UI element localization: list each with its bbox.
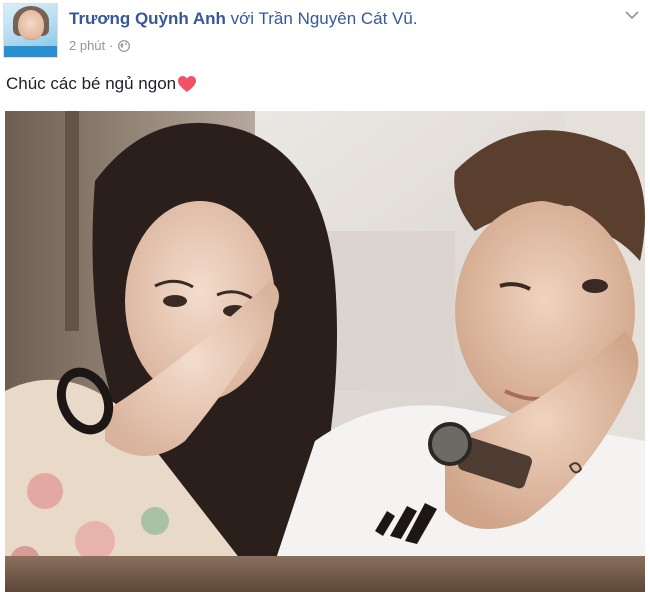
tagged-user-link[interactable]: Trần Nguyên Cát Vũ. bbox=[259, 9, 418, 28]
post-header: Trương Quỳnh Anh với Trần Nguyên Cát Vũ.… bbox=[0, 0, 650, 62]
timestamp-link[interactable]: 2 phút bbox=[69, 38, 105, 53]
heart-icon bbox=[177, 75, 197, 93]
post-names: Trương Quỳnh Anh với Trần Nguyên Cát Vũ. bbox=[69, 9, 418, 29]
with-word: với bbox=[230, 9, 255, 28]
post-photo[interactable] bbox=[5, 111, 645, 592]
caption-text: Chúc các bé ngủ ngon bbox=[6, 74, 177, 93]
globe-icon[interactable] bbox=[117, 39, 130, 52]
chevron-down-icon[interactable] bbox=[624, 8, 640, 20]
post-meta: 2 phút · bbox=[69, 38, 130, 53]
selfie-photo-illustration bbox=[5, 111, 645, 592]
author-link[interactable]: Trương Quỳnh Anh bbox=[69, 9, 226, 28]
post-caption: Chúc các bé ngủ ngon bbox=[6, 74, 197, 94]
meta-separator: · bbox=[109, 38, 114, 53]
avatar[interactable] bbox=[3, 3, 58, 58]
